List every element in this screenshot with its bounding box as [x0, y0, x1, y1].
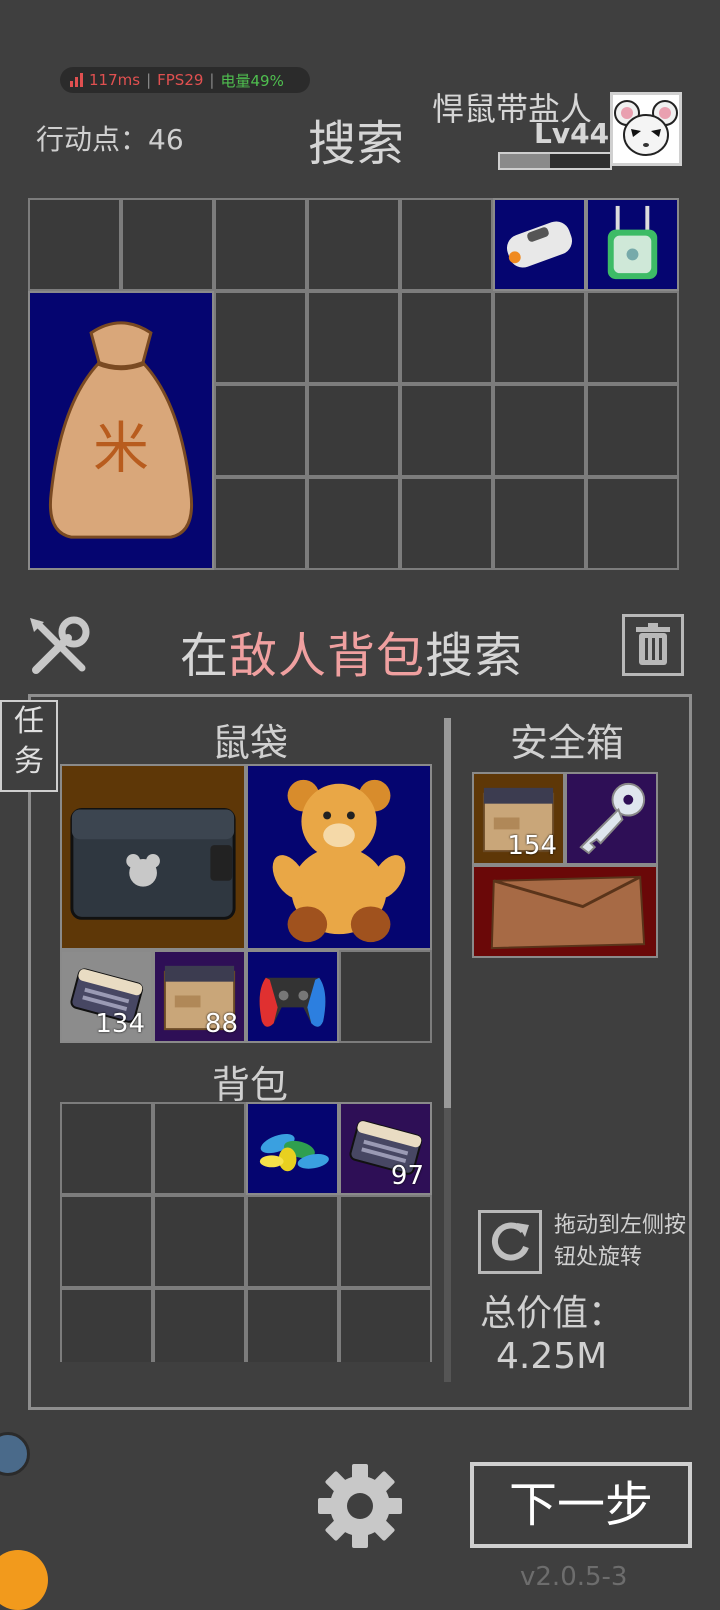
grid-cell[interactable]	[400, 198, 493, 291]
grid-cell[interactable]	[214, 291, 307, 384]
grid-cell[interactable]	[307, 291, 400, 384]
grid-cell[interactable]	[493, 477, 586, 570]
safe-label: 安全箱	[510, 721, 625, 765]
key-icon	[579, 782, 646, 855]
grid-cell[interactable]	[153, 1195, 246, 1288]
candies-item[interactable]	[246, 1102, 339, 1195]
loot-grid: 米	[28, 198, 679, 570]
grid-cell[interactable]	[307, 198, 400, 291]
grid-cell[interactable]	[586, 384, 679, 477]
page-title: 搜索	[308, 116, 405, 172]
grid-cell[interactable]	[60, 1195, 153, 1288]
grid-cell[interactable]	[153, 1288, 246, 1362]
rice-sack-item[interactable]: 米	[28, 291, 214, 570]
grid-cell[interactable]	[493, 384, 586, 477]
rice-sack-icon: 米	[48, 321, 194, 539]
svg-text:米: 米	[93, 416, 149, 481]
pouch-label: 鼠袋	[212, 721, 289, 765]
grid-cell[interactable]	[246, 1195, 339, 1288]
weapon-case-item[interactable]	[60, 764, 246, 950]
grid-cell[interactable]	[307, 477, 400, 570]
battery-text: 电量49%	[220, 71, 284, 90]
grid-cell[interactable]	[60, 1102, 153, 1195]
grid-cell[interactable]	[214, 477, 307, 570]
ammo-box-purple-item[interactable]: 97	[339, 1102, 432, 1195]
signal-icon	[70, 73, 83, 87]
task-tab[interactable]: 任务	[0, 700, 58, 792]
leather-folder-item[interactable]	[472, 865, 658, 958]
power-bank-item[interactable]	[493, 198, 586, 291]
xp-fill	[500, 154, 550, 168]
avatar[interactable]	[610, 92, 682, 166]
grid-cell[interactable]	[400, 477, 493, 570]
power-bank-icon	[506, 221, 573, 268]
teddy-bear-item[interactable]	[246, 764, 432, 950]
grid-cell[interactable]	[493, 291, 586, 384]
grid-cell[interactable]	[400, 384, 493, 477]
status-pill: 117ms | FPS29 | 电量49%	[60, 67, 310, 93]
grid-cell[interactable]	[246, 1288, 339, 1362]
ammo-box-gray-item[interactable]: 134	[60, 950, 153, 1043]
safe-grid: 154	[472, 772, 664, 964]
grid-cell[interactable]	[214, 384, 307, 477]
player-level: Lv44	[534, 117, 610, 150]
grid-cell[interactable]	[400, 291, 493, 384]
mouse-avatar-icon	[614, 100, 678, 156]
grid-cell[interactable]	[121, 198, 214, 291]
leather-folder-icon	[490, 875, 646, 950]
game-controller-icon	[259, 977, 326, 1027]
item-quantity: 154	[507, 831, 557, 861]
wifi-router-icon	[607, 205, 658, 280]
loot-title-highlight: 敌人背包	[229, 628, 426, 684]
next-step-button[interactable]: 下一步	[470, 1462, 692, 1548]
loot-title-suffix: 搜索	[425, 628, 524, 684]
action-points: 行动点：46	[36, 123, 184, 156]
fps-text: FPS29	[157, 71, 204, 89]
xp-bar	[498, 152, 612, 170]
item-quantity: 134	[95, 1009, 145, 1039]
loot-title: 在敌人背包搜索	[180, 616, 523, 686]
supply-crate-item[interactable]: 88	[153, 950, 246, 1043]
item-quantity: 97	[390, 1161, 424, 1191]
total-value: 4.25M	[496, 1336, 608, 1377]
backpack-label: 背包	[212, 1063, 289, 1107]
key-item[interactable]	[565, 772, 658, 865]
candies-icon	[259, 1133, 329, 1172]
floating-assistant-icon[interactable]	[0, 1550, 48, 1610]
gear-icon[interactable]	[316, 1462, 404, 1550]
tools-icon[interactable]	[24, 612, 94, 682]
sleep-bubble-icon[interactable]	[0, 1432, 30, 1476]
total-value-label: 总价值：	[480, 1293, 625, 1334]
rotate-hint: 拖动到左侧按钮处旋转	[554, 1213, 687, 1270]
grid-cell[interactable]	[214, 198, 307, 291]
grid-cell[interactable]	[307, 384, 400, 477]
backpack-grid: 97	[60, 1102, 434, 1362]
grid-cell[interactable]	[586, 477, 679, 570]
trash-button[interactable]	[622, 614, 684, 676]
teddy-bear-icon	[272, 779, 406, 943]
version-text: v2.0.5-3	[520, 1562, 628, 1592]
grid-cell[interactable]	[339, 1288, 432, 1362]
grid-cell[interactable]	[339, 950, 432, 1043]
grid-cell[interactable]	[339, 1195, 432, 1288]
scrollbar-thumb[interactable]	[444, 718, 451, 1108]
rotate-icon	[491, 1222, 529, 1261]
grid-cell[interactable]	[153, 1102, 246, 1195]
weapon-case-icon	[70, 808, 236, 920]
trash-icon	[636, 623, 670, 665]
wifi-router-item[interactable]	[586, 198, 679, 291]
item-quantity: 88	[204, 1009, 238, 1039]
grid-cell[interactable]	[60, 1288, 153, 1362]
ping-text: 117ms	[89, 71, 141, 89]
pouch-grid: 134 88	[60, 764, 434, 1043]
rotate-button[interactable]	[478, 1210, 542, 1274]
grid-cell[interactable]	[28, 198, 121, 291]
supply-crate-item[interactable]: 154	[472, 772, 565, 865]
grid-cell[interactable]	[586, 291, 679, 384]
loot-title-prefix: 在	[180, 628, 230, 684]
game-controller-item[interactable]	[246, 950, 339, 1043]
